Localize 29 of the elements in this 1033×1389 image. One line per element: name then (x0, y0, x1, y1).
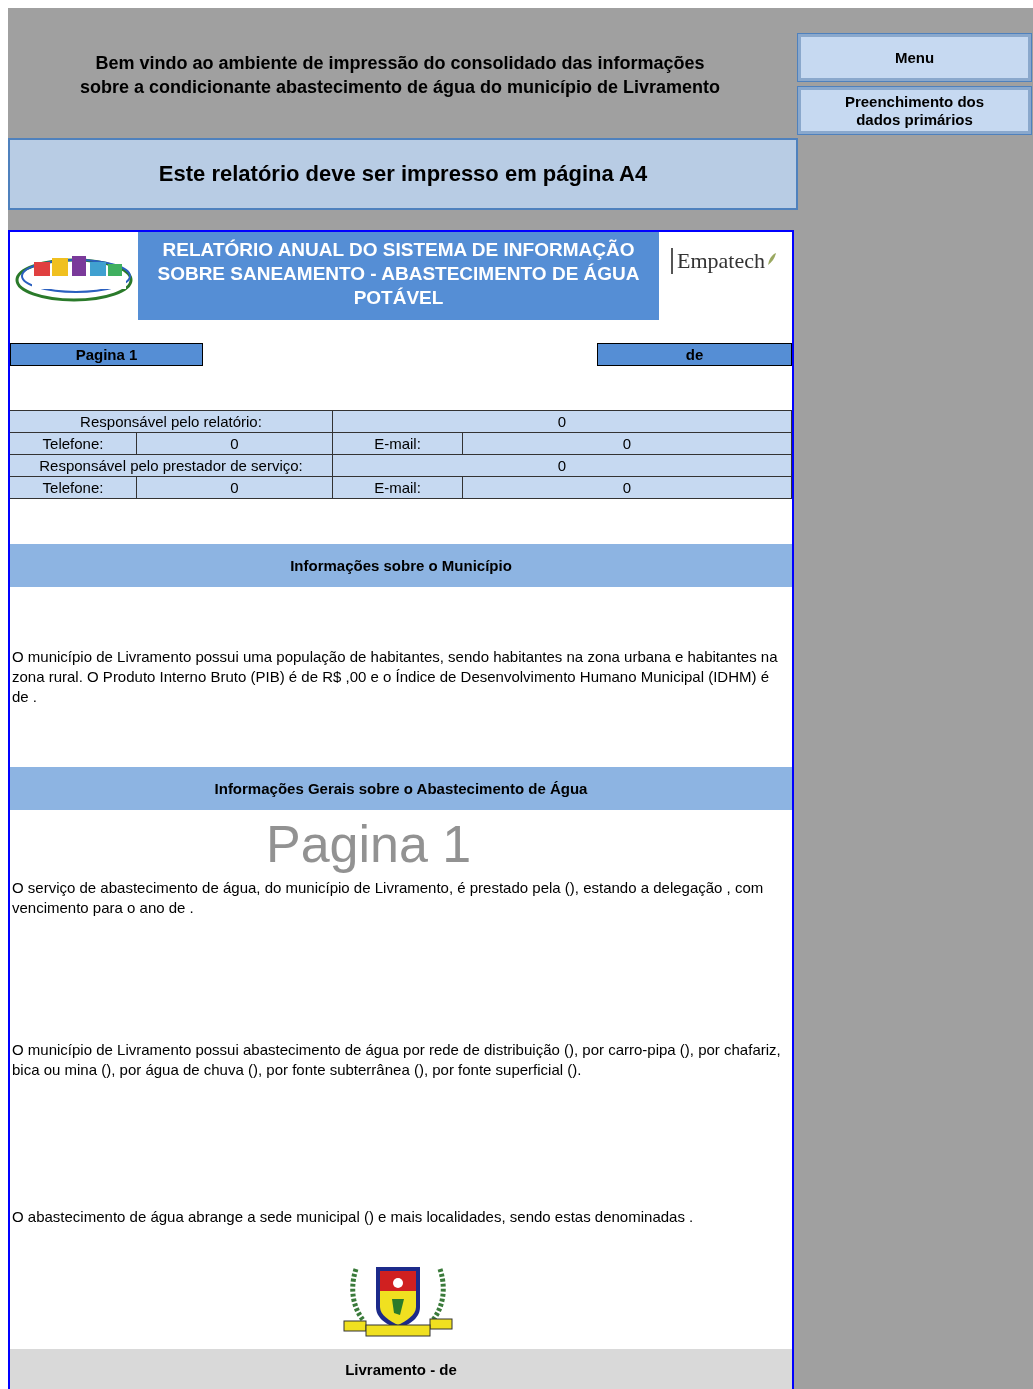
section-heading: Informações sobre o Município (10, 544, 792, 587)
paragraph: O município de Livramento possui abastecimento de água por rede de distribuição (), por carro-pipa (), por chafariz, bica ou mina (), por água de chuva (), por fonte subterrânea (), por fonte superficial (). (11, 1040, 782, 1080)
footer-text: Livramento - de (10, 1349, 792, 1389)
page-label: Pagina 1 (10, 343, 203, 366)
leaf-icon (766, 252, 777, 266)
page-of-label: de (597, 343, 792, 366)
paragraph: O serviço de abastecimento de água, do município de Livramento, é prestado pela (), estando a delegação , com vencimento para o ano de . (11, 878, 765, 918)
table-cell: Telefone: (10, 477, 137, 498)
table-cell: 0 (333, 411, 792, 433)
table-cell: E-mail: (333, 433, 463, 455)
section-heading: Informações Gerais sobre o Abastecimento de Água (10, 767, 792, 810)
table-cell: 0 (137, 433, 333, 455)
table-cell: 0 (463, 477, 792, 498)
side-button[interactable]: Menu (798, 34, 1031, 81)
paragraph: O município de Livramento possui uma população de habitantes, sendo habitantes na zona urbana e habitantes na zona rural. O Produto Interno Bruto (PIB) é de R$ ,00 e o Índice de Desenvolvimento Humano Municipal (IDHM) é de . (11, 647, 779, 707)
paragraph: O abastecimento de água abrange a sede municipal () e mais localidades, sendo estas denominadas . (11, 1207, 695, 1227)
table-cell: Responsável pelo relatório: (10, 411, 333, 433)
report-title: RELATÓRIO ANUAL DO SISTEMA DE INFORMAÇÃO SOBRE SANEAMENTO - ABASTECIMENTO DE ÁGUA POTÁVEL (138, 232, 659, 320)
table-cell: 0 (463, 433, 792, 455)
table-cell: Telefone: (10, 433, 137, 455)
table-cell: 0 (333, 455, 792, 477)
notice-banner: Este relatório deve ser impresso em página A4 (8, 138, 798, 210)
intro-text: Bem vindo ao ambiente de impressão do consolidado das informações sobre a condicionante abastecimento de água do município de Livramento (78, 52, 722, 99)
table-cell: 0 (137, 477, 333, 498)
table-cell: E-mail: (333, 477, 463, 498)
page-watermark: Pagina 1 (266, 814, 472, 875)
side-button[interactable]: Preenchimento dos dados primários (798, 87, 1031, 134)
table-cell: Responsável pelo prestador de serviço: (10, 455, 333, 477)
company-name: Empatech (671, 248, 765, 274)
